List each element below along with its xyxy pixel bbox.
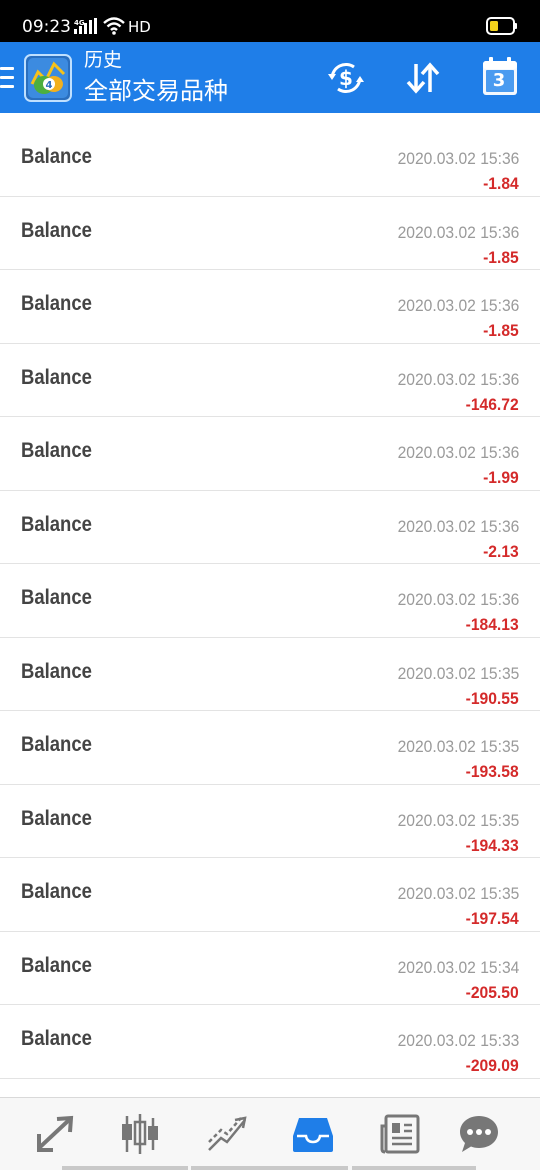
row-time: 2020.03.02 15:36 (397, 222, 519, 242)
page-title: 历史 (84, 49, 123, 71)
history-row[interactable]: Balance 2020.03.02 15:36 -2.13 (0, 491, 540, 564)
history-row[interactable]: Balance 2020.03.02 15:36 -1.85 (0, 270, 540, 344)
status-bar: 09:23 4G HD (0, 0, 540, 42)
quotes-arrows-icon (37, 1115, 74, 1152)
nav-indicator (191, 1166, 348, 1170)
row-type: Balance (21, 439, 92, 462)
row-amount: -1.99 (483, 468, 519, 487)
bottom-nav (0, 1097, 540, 1170)
history-inbox-icon (293, 1118, 333, 1152)
candlestick-chart-icon (122, 1114, 158, 1154)
svg-text:4: 4 (46, 80, 53, 91)
row-time: 2020.03.02 15:36 (397, 443, 519, 462)
row-type: Balance (21, 365, 92, 389)
row-time: 2020.03.02 15:35 (397, 810, 519, 830)
history-row[interactable]: Balance 2020.03.02 15:35 -194.33 (0, 785, 540, 858)
sort-arrows-icon (406, 62, 440, 94)
history-row[interactable]: Balance (0, 1079, 540, 1098)
hd-label: HD (128, 18, 151, 36)
row-type: Balance (21, 512, 92, 536)
row-amount: -1.85 (483, 247, 519, 267)
row-time: 2020.03.02 15:36 (397, 369, 519, 389)
row-time: 2020.03.02 15:36 (397, 149, 519, 168)
nav-indicator (62, 1166, 188, 1170)
calendar-day-number: 3 (492, 70, 506, 91)
row-time: 2020.03.02 15:34 (397, 957, 519, 977)
news-icon (380, 1114, 420, 1154)
row-amount: -209.09 (465, 1056, 519, 1075)
row-amount: -205.50 (465, 982, 519, 1002)
row-amount: -2.13 (483, 541, 519, 561)
row-type: Balance (21, 659, 92, 683)
nav-quotes[interactable] (33, 1112, 77, 1156)
row-amount: -194.33 (465, 835, 519, 855)
row-type: Balance (21, 1027, 92, 1050)
svg-text:$: $ (339, 66, 353, 90)
nav-trade[interactable] (205, 1112, 249, 1156)
row-amount: -184.13 (465, 615, 519, 634)
history-row[interactable]: Balance 2020.03.02 15:34 -205.50 (0, 932, 540, 1005)
history-row[interactable]: Balance 2020.03.02 15:35 -190.55 (0, 638, 540, 711)
nav-history[interactable] (291, 1112, 335, 1156)
calendar-button[interactable]: 3 (481, 56, 525, 100)
nav-indicator (352, 1166, 476, 1170)
history-row[interactable]: Balance 2020.03.02 15:35 -193.58 (0, 711, 540, 785)
row-amount: -197.54 (465, 909, 519, 928)
row-type: Balance (21, 218, 92, 242)
row-type: Balance (21, 145, 92, 168)
sort-button[interactable] (401, 56, 445, 100)
history-row[interactable]: Balance 2020.03.02 15:36 -146.72 (0, 344, 540, 417)
row-time: 2020.03.02 15:35 (397, 737, 519, 756)
row-time: 2020.03.02 15:36 (397, 296, 519, 315)
row-type: Balance (21, 806, 92, 830)
history-list[interactable]: Balance 2020.03.02 15:36 -1.84 Balance 2… (0, 113, 540, 1097)
battery-icon (486, 17, 517, 35)
app-header: 4 历史 全部交易品种 $ 3 (0, 42, 540, 113)
history-row[interactable]: Balance 2020.03.02 15:33 -209.09 (0, 1005, 540, 1079)
nav-chat[interactable] (457, 1112, 501, 1156)
row-type: Balance (21, 586, 92, 609)
row-type: Balance (21, 733, 92, 756)
currency-exchange-icon: $ (328, 62, 364, 94)
row-amount: -193.58 (465, 762, 519, 781)
status-time: 09:23 (22, 17, 71, 37)
menu-icon[interactable] (0, 67, 14, 89)
nav-news[interactable] (378, 1112, 422, 1156)
network-type-label: 4G (74, 19, 85, 27)
wifi-icon (103, 17, 125, 35)
app-logo-icon: 4 (24, 54, 72, 102)
trade-operation-button[interactable]: $ (324, 56, 368, 100)
row-type: Balance (21, 292, 92, 315)
history-row[interactable]: Balance 2020.03.02 15:36 -1.84 (0, 123, 540, 197)
row-time: 2020.03.02 15:36 (397, 516, 519, 536)
history-row[interactable]: Balance 2020.03.02 15:35 -197.54 (0, 858, 540, 932)
row-amount: -190.55 (465, 688, 519, 708)
chat-bubble-icon (460, 1116, 498, 1152)
row-amount: -1.84 (483, 174, 519, 193)
row-time: 2020.03.02 15:35 (397, 884, 519, 903)
history-row[interactable]: Balance 2020.03.02 15:36 -1.99 (0, 417, 540, 491)
signal-4g-icon: 4G (74, 18, 97, 34)
history-row[interactable]: Balance 2020.03.02 15:36 -184.13 (0, 564, 540, 638)
history-row[interactable]: Balance 2020.03.02 15:36 -1.85 (0, 197, 540, 270)
trend-lines-icon (208, 1116, 247, 1151)
row-time: 2020.03.02 15:36 (397, 590, 519, 609)
row-amount: -146.72 (465, 394, 519, 414)
row-time: 2020.03.02 15:35 (397, 663, 519, 683)
row-time: 2020.03.02 15:33 (397, 1031, 519, 1050)
symbol-filter[interactable]: 全部交易品种 (84, 76, 228, 106)
row-amount: -1.85 (483, 321, 519, 340)
row-type: Balance (21, 880, 92, 903)
nav-chart[interactable] (118, 1112, 162, 1156)
row-type: Balance (21, 953, 92, 977)
